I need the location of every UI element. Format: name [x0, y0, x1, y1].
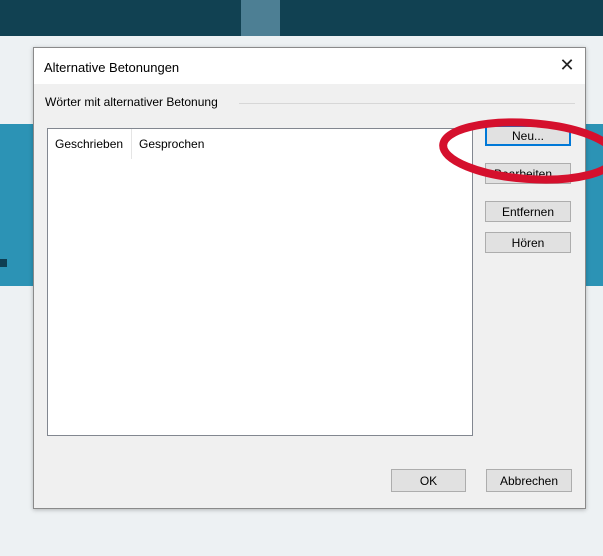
- annotation-overlay: [439, 118, 603, 184]
- highlight-ellipse: [439, 118, 603, 184]
